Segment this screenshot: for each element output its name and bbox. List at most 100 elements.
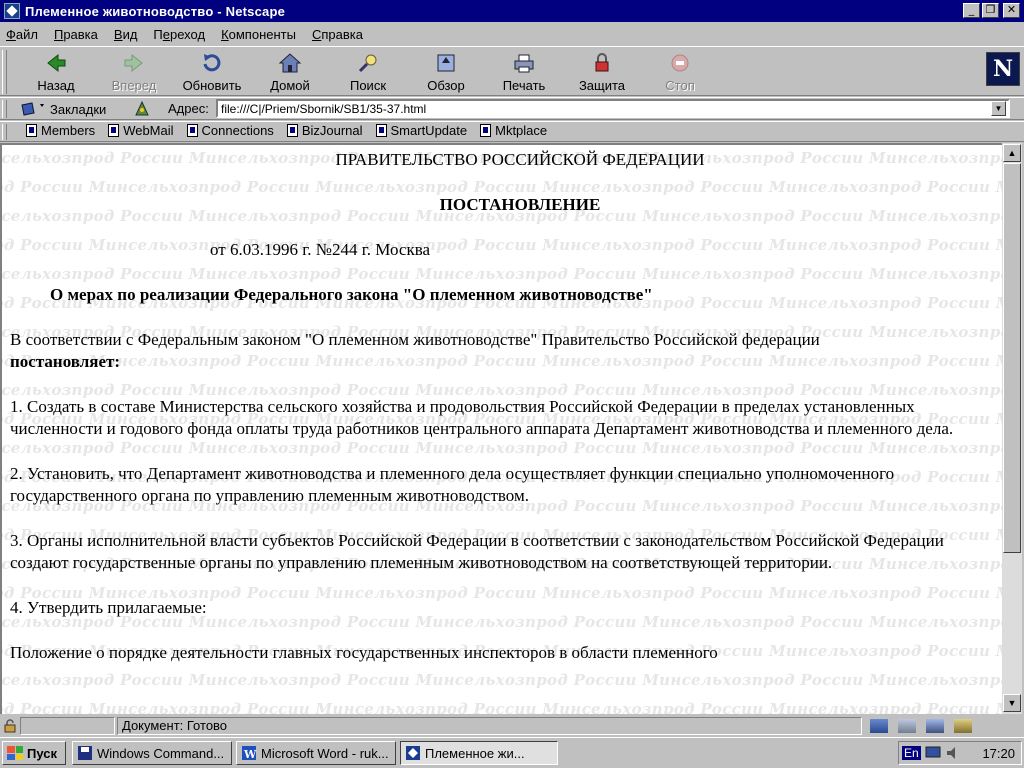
scroll-down-button[interactable]: ▼ (1003, 694, 1021, 712)
svg-text:W: W (243, 748, 257, 761)
address-input[interactable]: file:///C|/Priem/Sbornik/SB1/35-37.html … (216, 99, 1010, 118)
print-button[interactable]: Печать (486, 52, 562, 94)
window-controls: _ ❐ ✕ (963, 3, 1020, 18)
menu-view[interactable]: Вид (114, 27, 138, 42)
bookmarks-icon (21, 102, 44, 116)
bookmark-doc-icon (286, 124, 298, 137)
minimize-button[interactable]: _ (963, 3, 980, 18)
address-url: file:///C|/Priem/Sbornik/SB1/35-37.html (221, 102, 427, 116)
discussions-icon[interactable] (926, 719, 944, 733)
search-icon (358, 54, 377, 73)
netscape-task-icon (406, 746, 420, 760)
personal-link-smartupdate[interactable]: SmartUpdate (375, 123, 467, 138)
guide-icon (437, 54, 455, 72)
search-button[interactable]: Поиск (330, 52, 406, 94)
security-lock-icon[interactable] (2, 718, 18, 734)
forward-button[interactable]: Вперед (96, 52, 172, 94)
personal-link-connections[interactable]: Connections (186, 123, 274, 138)
personal-link-members[interactable]: Members (26, 123, 95, 138)
task-microsoft-word[interactable]: W Microsoft Word - ruk... (236, 741, 396, 765)
doc-paragraph-1: 1. Создать в составе Министерства сельск… (10, 397, 954, 438)
bookmark-doc-icon (186, 124, 198, 137)
doc-authority: ПРАВИТЕЛЬСТВО РОССИЙСКОЙ ФЕДЕРАЦИИ (335, 150, 705, 169)
forward-arrow-icon (124, 53, 143, 73)
personal-grip[interactable] (2, 124, 7, 140)
home-icon (278, 53, 302, 73)
component-bar (866, 717, 1022, 735)
bookmarks-button[interactable]: Закладки (20, 100, 106, 118)
back-arrow-icon (47, 53, 66, 73)
stop-icon (671, 54, 689, 72)
netscape-app-icon[interactable] (4, 3, 20, 19)
bookmark-doc-icon (26, 124, 37, 137)
personal-toolbar: Members WebMail Connections BizJournal S… (0, 121, 1024, 142)
doc-paragraph-3: 3. Органы исполнительной власти субъекто… (10, 531, 944, 572)
page-proxy-icon[interactable] (134, 101, 150, 117)
start-button[interactable]: Пуск (2, 741, 66, 765)
close-button[interactable]: ✕ (1003, 3, 1020, 18)
menu-go[interactable]: Переход (153, 27, 205, 42)
doc-preamble-bold: постановляет: (10, 352, 121, 371)
doc-paragraph-5: Положение о порядке деятельности главных… (10, 643, 718, 662)
status-text: Документ: Готово (117, 717, 862, 735)
word-icon: W (242, 746, 257, 761)
speaker-icon[interactable] (945, 746, 961, 760)
menu-bar: Файл Правка Вид Переход Компоненты Справ… (0, 23, 1024, 45)
personal-link-webmail[interactable]: WebMail (108, 123, 174, 138)
windows-taskbar: Пуск Windows Command... W Microsoft Word… (0, 737, 1024, 768)
mailbox-icon[interactable] (898, 719, 916, 733)
personal-link-bizjournal[interactable]: BizJournal (286, 123, 363, 138)
doc-subject: О мерах по реализации Федерального закон… (50, 285, 653, 304)
scroll-thumb[interactable] (1003, 163, 1021, 553)
composer-icon[interactable] (954, 719, 972, 733)
bookmark-doc-icon (108, 124, 120, 137)
status-bar: Документ: Готово (0, 715, 1024, 737)
doc-type: ПОСТАНОВЛЕНИЕ (439, 195, 601, 214)
netscape-logo[interactable]: N (986, 52, 1020, 86)
window-title: Племенное животноводство - Netscape (25, 3, 286, 19)
doc-paragraph-4: 4. Утвердить прилагаемые: (10, 598, 207, 617)
progress-bar (20, 717, 115, 735)
windows-logo-icon (7, 746, 23, 760)
location-bar: Закладки Адрес: file:///C|/Priem/Sbornik… (0, 97, 1024, 120)
printer-icon (514, 54, 534, 73)
navigator-icon[interactable] (870, 719, 888, 733)
navigation-toolbar: Назад Вперед Обновить Домой Поиск Обзор … (0, 46, 1024, 96)
scroll-up-button[interactable]: ▲ (1003, 144, 1021, 162)
page-content[interactable]: Минсельхозпрод России Минсельхозпрод Рос… (0, 143, 1002, 714)
doc-preamble: В соответствии с Федеральным законом "О … (10, 330, 820, 371)
menu-edit[interactable]: Правка (54, 27, 98, 42)
restore-button[interactable]: ❐ (982, 3, 999, 18)
menu-communicator[interactable]: Компоненты (221, 27, 296, 42)
watermark-row: Минсельхозпрод России Минсельхозпрод Рос… (2, 700, 1002, 714)
document-body: ПРАВИТЕЛЬСТВО РОССИЙСКОЙ ФЕДЕРАЦИИ ПОСТА… (10, 149, 990, 687)
location-grip[interactable] (2, 100, 7, 118)
menu-help[interactable]: Справка (312, 27, 363, 42)
language-indicator[interactable]: En (902, 746, 921, 760)
system-tray: En 17:20 (898, 741, 1022, 765)
task-netscape[interactable]: Племенное жи... (400, 741, 558, 765)
security-button[interactable]: Защита (564, 52, 640, 94)
title-bar: Племенное животноводство - Netscape _ ❐ … (0, 0, 1024, 22)
stop-button[interactable]: Стоп (642, 52, 718, 94)
toolbar-grip[interactable] (2, 50, 7, 94)
menu-file[interactable]: Файл (6, 27, 38, 42)
task-windows-command[interactable]: Windows Command... (72, 741, 232, 765)
guide-button[interactable]: Обзор (408, 52, 484, 94)
reload-button[interactable]: Обновить (174, 52, 250, 94)
vertical-scrollbar[interactable]: ▲ ▼ (1002, 143, 1022, 714)
address-label: Адрес: (168, 101, 209, 116)
doc-date-line: от 6.03.1996 г. №244 г. Москва (210, 240, 431, 259)
clock: 17:20 (982, 745, 1015, 761)
back-button[interactable]: Назад (18, 52, 94, 94)
bookmark-doc-icon (480, 124, 492, 137)
personal-link-mktplace[interactable]: Mktplace (480, 123, 547, 138)
monitor-icon[interactable] (925, 746, 941, 760)
reload-icon (203, 54, 221, 72)
address-dropdown-button[interactable]: ▼ (991, 101, 1006, 116)
home-button[interactable]: Домой (252, 52, 328, 94)
floppy-icon (78, 746, 92, 760)
bookmark-doc-icon (375, 124, 387, 137)
doc-paragraph-2: 2. Установить, что Департамент животново… (10, 464, 895, 505)
padlock-icon (595, 53, 609, 72)
